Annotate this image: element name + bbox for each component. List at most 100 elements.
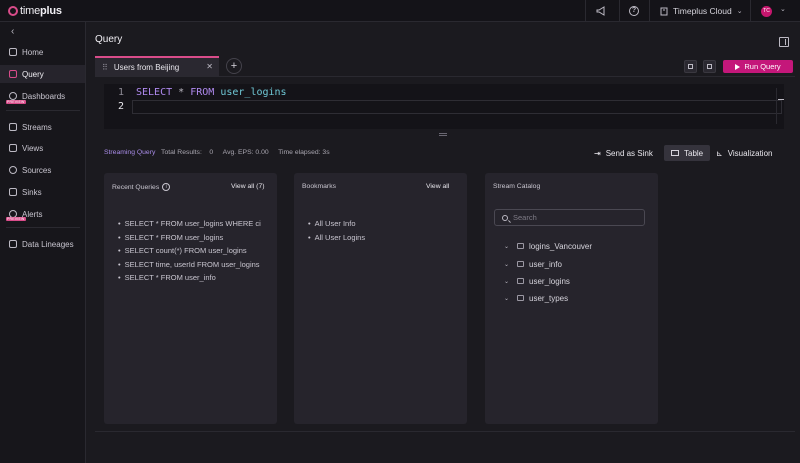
stream-item[interactable]: ⌄ user_info (504, 258, 562, 270)
list-item[interactable]: All User Info (308, 219, 365, 233)
sidebar-item-home[interactable]: Home (0, 43, 85, 61)
send-as-sink-button[interactable]: ⇥ Send as Sink (587, 145, 660, 161)
info-icon[interactable]: i (162, 183, 171, 191)
sink-icon: ⇥ (594, 148, 601, 158)
card-title: Stream Catalog (493, 183, 541, 190)
stream-icon (517, 295, 524, 301)
stream-item[interactable]: ⌄ user_logins (504, 275, 570, 287)
preview-badge: PREVIEW (6, 217, 26, 221)
workspace-selector[interactable]: Timeplus Cloud ⌄ (660, 6, 743, 16)
chevron-down-icon[interactable]: ⌄ (504, 278, 512, 285)
account-chevron-icon[interactable]: ⌄ (780, 5, 786, 13)
recent-queries-card: Recent Queries i View all (7) SELECT * F… (104, 173, 277, 424)
total-results-value: 0 (209, 149, 214, 156)
lineage-icon (9, 240, 17, 248)
list-item[interactable]: SELECT * FROM user_logins WHERE ci (118, 219, 261, 233)
play-icon (735, 63, 741, 70)
sidebar-item-streams[interactable]: Streams (0, 118, 85, 136)
stream-icon (517, 261, 524, 267)
tab-divider (95, 76, 795, 77)
sidebar-item-data-lineages[interactable]: Data Lineages (0, 235, 85, 253)
drag-handle-icon[interactable]: ⠿ (102, 63, 108, 72)
topbar-divider (750, 0, 751, 22)
dashboard-icon (9, 92, 17, 100)
sinks-icon (9, 188, 17, 196)
line-number: 2 (117, 101, 124, 112)
editor-resize-handle[interactable] (439, 133, 447, 136)
side-panel-toggle-icon[interactable] (779, 37, 789, 47)
external-stream-icon (517, 243, 524, 249)
bookmarks-card: Bookmarks View all All User Info All Use… (294, 173, 467, 424)
chevron-down-icon[interactable]: ⌄ (504, 243, 512, 250)
stream-catalog-card: Stream Catalog Search ⌄ logins_Vancouver… (485, 173, 658, 424)
list-item[interactable]: SELECT count(*) FROM user_logins (118, 246, 261, 260)
stream-item[interactable]: ⌄ user_types (504, 292, 568, 304)
line-number: 1 (117, 87, 124, 98)
stream-icon (517, 278, 524, 284)
content-bottom-border (95, 431, 795, 432)
list-item[interactable]: SELECT * FROM user_logins (118, 233, 261, 247)
view-all-recent-link[interactable]: View all (7) (231, 183, 265, 190)
stream-item[interactable]: ⌄ logins_Vancouver (504, 240, 592, 252)
search-input[interactable]: Search (494, 209, 645, 226)
chevron-down-icon[interactable]: ⌄ (504, 295, 512, 302)
chevron-down-icon[interactable]: ⌄ (504, 261, 512, 268)
list-item[interactable]: All User Logins (308, 233, 365, 247)
close-icon[interactable]: ✕ (206, 62, 213, 71)
streams-icon (9, 123, 17, 131)
current-line-highlight (132, 100, 782, 114)
query-icon (9, 70, 17, 78)
card-title: Bookmarks (302, 183, 336, 190)
sources-icon (9, 166, 17, 174)
sql-code[interactable]: SELECT * FROM user_logins (136, 87, 287, 98)
card-title: Recent Queries i (112, 183, 171, 191)
add-tab-button[interactable]: + (226, 58, 242, 74)
sidebar: ‹ Home Query Dashboards PREVIEW Streams … (0, 22, 86, 463)
top-bar: timeplus ? Timeplus Cloud ⌄ TC ⌄ (0, 0, 800, 22)
help-icon[interactable]: ? (627, 4, 641, 18)
views-icon (9, 144, 17, 152)
collapse-sidebar-icon[interactable]: ‹ (11, 26, 14, 37)
visualization-view-button[interactable]: ⊾ Visualization (709, 145, 779, 161)
preview-badge: PREVIEW (6, 100, 26, 104)
sidebar-divider (6, 227, 80, 228)
editor-scrollbar[interactable] (776, 88, 784, 124)
list-item[interactable]: SELECT * FROM user_info (118, 273, 261, 287)
format-query-button[interactable] (684, 60, 697, 73)
topbar-divider (585, 0, 586, 22)
avatar[interactable]: TC (761, 6, 772, 17)
format-icon (688, 64, 693, 69)
sidebar-item-sources[interactable]: Sources (0, 161, 85, 179)
topbar-divider (649, 0, 650, 22)
timeplus-logo[interactable]: timeplus (8, 5, 62, 17)
announcement-icon[interactable] (594, 4, 608, 18)
query-status: Streaming Query Total Results: 0 Avg. EP… (104, 149, 330, 156)
sidebar-item-sinks[interactable]: Sinks (0, 183, 85, 201)
sidebar-divider (6, 110, 80, 111)
elapsed-value: Time elapsed: 3s (278, 149, 330, 156)
bookmark-icon (707, 64, 712, 69)
recent-queries-list: SELECT * FROM user_logins WHERE ci SELEC… (118, 219, 261, 287)
search-icon (502, 214, 508, 221)
home-icon (9, 48, 17, 56)
eps-value: Avg. EPS: 0.00 (222, 149, 269, 156)
list-item[interactable]: SELECT time, userId FROM user_logins (118, 260, 261, 274)
sidebar-item-views[interactable]: Views (0, 139, 85, 157)
logo-text: timeplus (20, 5, 62, 17)
bookmarks-list: All User Info All User Logins (308, 219, 365, 246)
table-view-button[interactable]: Table (664, 145, 711, 161)
tab-label: Users from Beijing (113, 62, 180, 72)
streaming-query-label[interactable]: Streaming Query (104, 149, 155, 156)
table-icon (671, 150, 679, 156)
run-query-button[interactable]: Run Query (723, 60, 793, 73)
chart-icon: ⊾ (716, 148, 723, 158)
logo-mark-icon (8, 6, 18, 16)
bookmark-button[interactable] (703, 60, 716, 73)
tab-users-from-beijing[interactable]: ⠿ Users from Beijing ✕ (95, 56, 219, 76)
sidebar-item-query[interactable]: Query (0, 65, 85, 83)
view-all-bookmarks-link[interactable]: View all (426, 183, 449, 190)
workspace-icon (660, 7, 668, 15)
page-title: Query (95, 34, 123, 45)
chevron-down-icon: ⌄ (736, 8, 743, 15)
sql-editor[interactable]: 1 2 SELECT * FROM user_logins (104, 84, 784, 129)
